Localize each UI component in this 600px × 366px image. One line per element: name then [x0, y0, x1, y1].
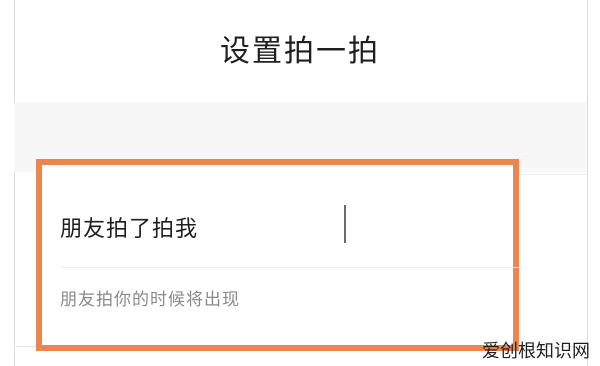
pat-hint-text: 朋友拍你的时候将出现: [60, 290, 240, 310]
pat-suffix-value: 朋友拍了拍我: [60, 217, 199, 242]
input-divider: [60, 267, 520, 268]
row-divider-right: [510, 174, 586, 175]
pat-suffix-input[interactable]: 朋友拍了拍我: [42, 165, 513, 269]
text-cursor: [344, 205, 346, 243]
highlight-box: 朋友拍了拍我 朋友拍你的时候将出现: [36, 159, 520, 351]
page-title: 设置拍一拍: [220, 34, 380, 69]
watermark: 爱创根知识网: [482, 341, 590, 362]
